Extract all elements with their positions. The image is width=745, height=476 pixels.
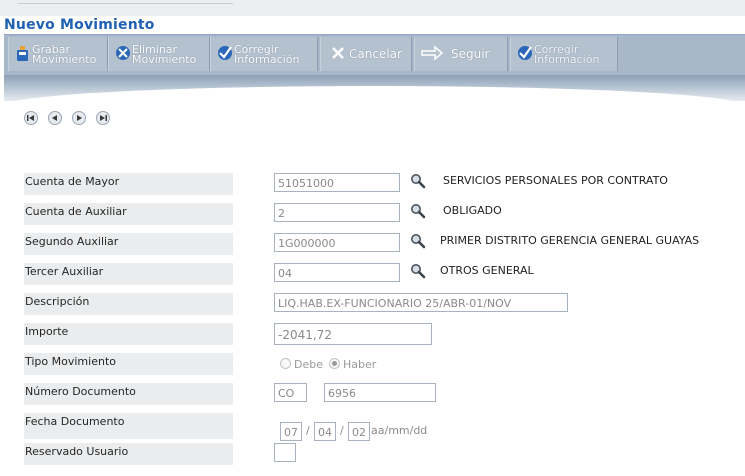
- segundo-auxiliar-description: PRIMER DISTRITO GERENCIA GENERAL GUAYAS: [440, 234, 700, 247]
- cuenta-mayor-search-icon[interactable]: [410, 173, 426, 189]
- descripcion-label: Descripción: [24, 293, 233, 315]
- seguir-button[interactable]: Seguir: [414, 37, 508, 71]
- date-separator: /: [340, 424, 344, 437]
- eliminar-movimiento-button[interactable]: Eliminar Movimiento: [108, 37, 210, 71]
- tercer-auxiliar-search-icon[interactable]: [410, 263, 426, 279]
- check-icon: [218, 46, 232, 60]
- haber-radio[interactable]: [329, 358, 340, 369]
- date-separator: /: [306, 424, 310, 437]
- debe-label: Debe: [294, 358, 323, 371]
- cuenta-mayor-label: Cuenta de Mayor: [24, 173, 233, 195]
- debe-radio[interactable]: [280, 358, 291, 369]
- page-title: Nuevo Movimiento: [4, 17, 155, 33]
- cuenta-auxiliar-label: Cuenta de Auxiliar: [24, 203, 233, 225]
- previous-record-icon[interactable]: [48, 111, 62, 125]
- segundo-auxiliar-search-icon[interactable]: [410, 233, 426, 249]
- fecha-documento-label: Fecha Documento: [24, 413, 233, 439]
- corregir-label: Corregir Información: [234, 43, 300, 66]
- date-format-hint: aa/mm/dd: [371, 424, 428, 437]
- cuenta-mayor-description: SERVICIOS PERSONALES POR CONTRATO: [443, 174, 668, 187]
- grabar-movimiento-button[interactable]: Grabar Movimiento: [8, 37, 108, 71]
- tercer-auxiliar-description: OTROS GENERAL: [440, 264, 534, 277]
- last-record-icon[interactable]: [96, 111, 110, 125]
- documento-number-input[interactable]: 6956: [324, 383, 436, 402]
- importe-input[interactable]: -2041,72: [274, 323, 432, 345]
- segundo-auxiliar-label: Segundo Auxiliar: [24, 233, 233, 255]
- eliminar-label: Eliminar Movimiento: [132, 43, 197, 66]
- tercer-auxiliar-label: Tercer Auxiliar: [24, 263, 233, 285]
- check-icon: [518, 46, 532, 60]
- toolbar: Grabar Movimiento Eliminar Movimiento Co…: [4, 35, 745, 75]
- cuenta-auxiliar-input[interactable]: 2: [274, 203, 400, 222]
- cancelar-button[interactable]: Cancelar: [320, 37, 412, 71]
- tipo-movimiento-label: Tipo Movimiento: [24, 353, 233, 375]
- corregir-informacion-button[interactable]: Corregir Información: [210, 37, 318, 71]
- delete-icon: [116, 46, 130, 60]
- fecha-day-input[interactable]: 02: [348, 422, 370, 441]
- grabar-label: Grabar Movimiento: [32, 43, 97, 66]
- save-icon: [17, 46, 28, 61]
- numero-documento-label: Número Documento: [24, 383, 233, 405]
- seguir-label: Seguir: [451, 47, 490, 61]
- next-record-icon[interactable]: [72, 111, 86, 125]
- cuenta-auxiliar-search-icon[interactable]: [410, 203, 426, 219]
- fecha-year-input[interactable]: 07: [280, 422, 302, 441]
- cancelar-label: Cancelar: [349, 47, 402, 61]
- segundo-auxiliar-input[interactable]: 1G000000: [274, 233, 400, 252]
- reservado-usuario-label: Reservado Usuario: [24, 443, 233, 465]
- corregir-label-2: Corregir Información: [534, 43, 600, 66]
- top-strip: [0, 0, 745, 16]
- haber-radio-dot: [332, 361, 337, 366]
- top-strip-divider: [18, 0, 233, 4]
- cuenta-auxiliar-description: OBLIGADO: [443, 204, 502, 217]
- haber-label: Haber: [343, 358, 377, 371]
- tercer-auxiliar-input[interactable]: 04: [274, 263, 400, 282]
- importe-label: Importe: [24, 323, 233, 345]
- documento-prefix-input[interactable]: CO: [274, 383, 307, 402]
- arrow-right-icon: [421, 45, 443, 61]
- descripcion-input[interactable]: LIQ.HAB.EX-FUNCIONARIO 25/ABR-01/NOV: [274, 293, 568, 312]
- corregir-informacion-button-2[interactable]: Corregir Información: [510, 37, 618, 71]
- reservado-usuario-input[interactable]: [274, 443, 296, 462]
- cuenta-mayor-input[interactable]: 51051000: [274, 173, 400, 192]
- cancel-x-icon: [332, 47, 344, 59]
- fecha-month-input[interactable]: 04: [314, 422, 336, 441]
- first-record-icon[interactable]: [24, 111, 38, 125]
